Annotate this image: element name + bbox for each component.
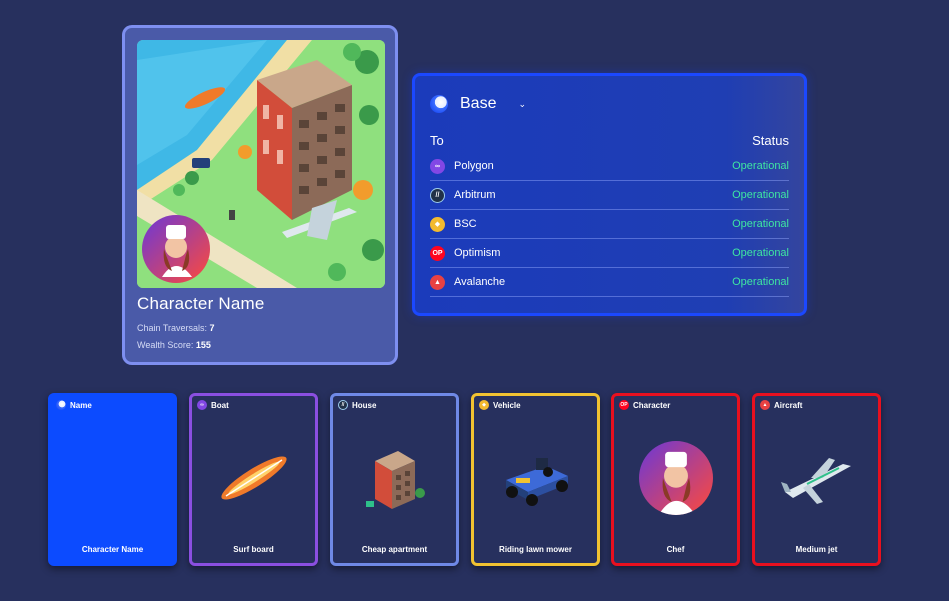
chain-name: Polygon [454, 160, 494, 172]
asset-category: Aircraft [774, 400, 803, 410]
status-text: Operational [732, 247, 789, 259]
asset-card-house[interactable]: // House Cheap apartment [330, 393, 459, 566]
chef-image [614, 438, 737, 518]
chain-row-bsc[interactable]: ◆ BSC Operational [430, 210, 789, 239]
character-card[interactable]: Character Name Chain Traversals: 7 Wealt… [122, 25, 398, 365]
status-text: Operational [732, 218, 789, 230]
status-table-header: To Status [430, 133, 789, 152]
asset-label: Medium jet [795, 545, 838, 554]
asset-card-name[interactable]: Name Character Name [48, 393, 177, 566]
asset-card-vehicle[interactable]: ◆ Vehicle Riding lawn mower [471, 393, 600, 566]
chain-row-optimism[interactable]: OP Optimism Operational [430, 239, 789, 268]
bsc-icon: ◆ [430, 216, 445, 232]
asset-category: Character [633, 400, 671, 410]
optimism-icon: OP [619, 400, 629, 410]
jet-image [755, 438, 878, 518]
column-status: Status [752, 133, 789, 148]
chain-name: BSC [454, 218, 477, 230]
character-name: Character Name [137, 294, 265, 313]
asset-label: Character Name [81, 545, 144, 554]
bridge-status-panel: Base ⌄ To Status ∞ Polygon Operational /… [412, 73, 807, 316]
base-icon [56, 400, 66, 410]
status-text: Operational [732, 276, 789, 288]
character-scene-image [137, 40, 385, 288]
arbitrum-icon: // [430, 187, 445, 203]
asset-category: Vehicle [493, 400, 521, 410]
status-text: Operational [732, 160, 789, 172]
chain-name: Optimism [454, 247, 501, 259]
asset-category: House [352, 400, 377, 410]
apartment-image [333, 438, 456, 518]
optimism-icon: OP [430, 245, 445, 261]
column-to: To [430, 133, 444, 148]
asset-category: Boat [211, 400, 229, 410]
chain-name: Avalanche [454, 276, 506, 288]
arbitrum-icon: // [338, 400, 348, 410]
avalanche-icon: ▲ [760, 400, 770, 410]
wealth-score: Wealth Score: 155 [137, 340, 211, 350]
bsc-icon: ◆ [479, 400, 489, 410]
base-icon [430, 95, 448, 113]
chain-row-polygon[interactable]: ∞ Polygon Operational [430, 152, 789, 181]
asset-category: Name [70, 400, 92, 410]
chef-avatar [142, 215, 210, 283]
chain-name: Arbitrum [454, 189, 496, 201]
avalanche-icon: ▲ [430, 274, 445, 290]
asset-label: Cheap apartment [361, 545, 428, 554]
asset-card-character[interactable]: OP Character Chef [611, 393, 740, 566]
chain-row-avalanche[interactable]: ▲ Avalanche Operational [430, 268, 789, 297]
selected-chain-label: Base [460, 95, 497, 112]
chain-selector[interactable]: Base ⌄ [430, 92, 789, 116]
status-text: Operational [732, 189, 789, 201]
asset-label: Surf board [233, 545, 274, 554]
polygon-icon: ∞ [430, 158, 445, 174]
chain-row-arbitrum[interactable]: // Arbitrum Operational [430, 181, 789, 210]
polygon-icon: ∞ [197, 400, 207, 410]
surfboard-image [192, 438, 315, 518]
asset-label: Riding lawn mower [499, 545, 572, 554]
asset-card-aircraft[interactable]: ▲ Aircraft Medium jet [752, 393, 881, 566]
chain-traversals: Chain Traversals: 7 [137, 323, 215, 333]
lawn-mower-image [474, 438, 597, 518]
asset-card-boat[interactable]: ∞ Boat Surf board [189, 393, 318, 566]
chevron-down-icon[interactable]: ⌄ [518, 99, 526, 110]
asset-label: Chef [666, 545, 685, 554]
